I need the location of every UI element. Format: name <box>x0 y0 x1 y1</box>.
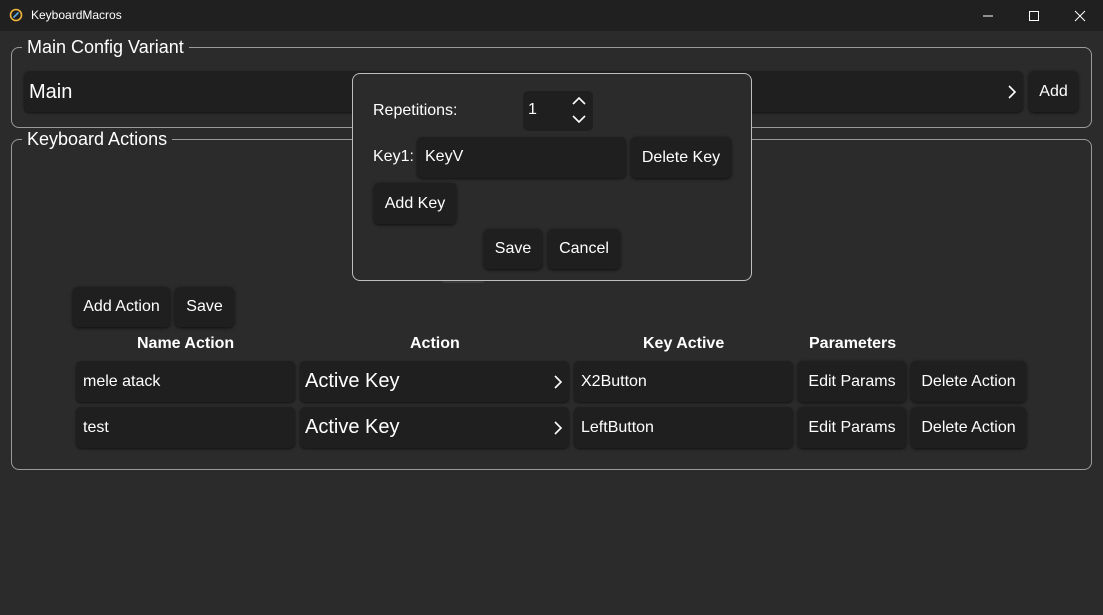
save-actions-button[interactable]: Save <box>175 287 234 327</box>
delete-action-button[interactable]: Delete Action <box>911 361 1026 402</box>
keyboard-actions-legend: Keyboard Actions <box>27 129 168 149</box>
title-bar: KeyboardMacros <box>0 0 1103 31</box>
key1-value: KeyV <box>425 148 464 165</box>
repetitions-stepper[interactable]: 1 <box>523 91 593 131</box>
action-name-value: mele atack <box>83 372 161 390</box>
minimize-icon <box>983 15 993 16</box>
add-action-button[interactable]: Add Action <box>73 287 170 327</box>
key-active-input[interactable]: X2Button <box>574 361 793 402</box>
header-parameters: Parameters <box>809 335 897 352</box>
edit-params-button[interactable]: Edit Params <box>798 407 906 448</box>
chevron-down-icon[interactable] <box>571 112 587 130</box>
repetitions-value: 1 <box>528 101 537 118</box>
close-button[interactable] <box>1057 0 1103 31</box>
close-icon <box>1074 10 1086 21</box>
maximize-icon <box>1029 10 1039 21</box>
dialog-cancel-button[interactable]: Cancel <box>548 229 620 269</box>
key1-label: Key1: <box>373 148 414 165</box>
dialog-save-button[interactable]: Save <box>484 229 542 269</box>
main-config-legend: Main Config Variant <box>27 37 184 57</box>
action-type-value: Active Key <box>305 370 400 392</box>
chevron-up-icon[interactable] <box>571 94 587 112</box>
repetitions-label: Repetitions: <box>373 102 458 119</box>
maximize-button[interactable] <box>1011 0 1057 31</box>
minimize-button[interactable] <box>965 0 1011 31</box>
window-title: KeyboardMacros <box>31 8 122 22</box>
action-name-value: test <box>83 418 109 436</box>
key-active-input[interactable]: LeftButton <box>574 407 793 448</box>
action-type-select[interactable]: Active Key <box>300 361 569 402</box>
header-action: Action <box>410 335 460 352</box>
action-type-select[interactable]: Active Key <box>300 407 569 448</box>
key-active-value: X2Button <box>581 372 647 390</box>
action-type-value: Active Key <box>305 416 400 438</box>
action-name-input[interactable]: test <box>76 407 295 448</box>
header-name-action: Name Action <box>137 335 235 352</box>
header-key-active: Key Active <box>643 335 725 352</box>
config-variant-value: Main <box>29 81 73 103</box>
key-active-value: LeftButton <box>581 418 654 436</box>
chevron-right-icon <box>553 361 563 402</box>
delete-key-button[interactable]: Delete Key <box>631 137 731 178</box>
key-params-dialog: Repetitions: 1 Key1: KeyV Delete Key Add… <box>352 73 752 281</box>
action-name-input[interactable]: mele atack <box>76 361 295 402</box>
delete-action-button[interactable]: Delete Action <box>911 407 1026 448</box>
add-variant-button[interactable]: Add <box>1029 71 1078 112</box>
chevron-right-icon <box>1007 71 1017 112</box>
key1-input[interactable]: KeyV <box>417 137 626 178</box>
add-key-button[interactable]: Add Key <box>374 183 456 224</box>
edit-params-button[interactable]: Edit Params <box>798 361 906 402</box>
app-icon <box>9 8 23 22</box>
chevron-right-icon <box>553 407 563 448</box>
